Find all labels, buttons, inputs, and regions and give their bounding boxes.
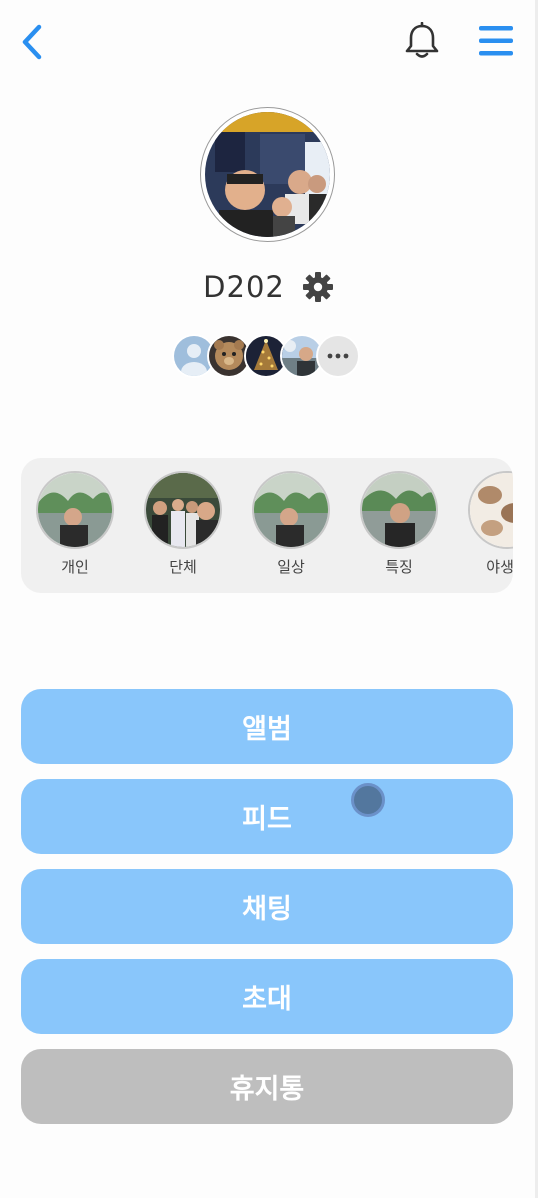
album-label: 단체 — [169, 558, 197, 576]
album-item[interactable]: 개인 — [35, 471, 115, 577]
gear-icon — [302, 272, 333, 302]
album-category-strip[interactable]: 개인 단체 일상 특징 야생 — [21, 458, 513, 593]
album-button[interactable]: 앨범 — [21, 689, 513, 764]
notification-button[interactable] — [402, 20, 442, 62]
group-name: D202 — [203, 270, 285, 304]
teddy-bear-avatar — [209, 336, 249, 376]
album-thumbnail — [252, 471, 330, 549]
album-item[interactable]: 단체 — [143, 471, 223, 577]
album-label: 일상 — [277, 558, 305, 576]
group-photo-image — [205, 112, 330, 237]
more-members-button[interactable] — [316, 334, 360, 378]
album-label: 특징 — [385, 558, 413, 576]
back-button[interactable] — [14, 22, 50, 62]
group-settings-button[interactable] — [301, 270, 335, 304]
hamburger-menu-icon — [479, 26, 513, 56]
chevron-left-icon — [22, 24, 42, 60]
trash-button[interactable]: 휴지통 — [21, 1049, 513, 1124]
album-item[interactable]: 야생동 — [467, 471, 513, 577]
touch-indicator — [351, 783, 385, 817]
invite-button[interactable]: 초대 — [21, 959, 513, 1034]
chat-button[interactable]: 채팅 — [21, 869, 513, 944]
album-item[interactable]: 일상 — [251, 471, 331, 577]
album-thumbnail — [144, 471, 222, 549]
album-thumbnail — [36, 471, 114, 549]
album-label: 개인 — [61, 558, 89, 576]
bell-icon — [405, 22, 439, 58]
more-dots-icon — [327, 353, 349, 359]
group-profile-photo[interactable] — [200, 107, 335, 242]
feed-button[interactable]: 피드 — [21, 779, 513, 854]
group-name-row: D202 — [0, 264, 538, 310]
album-label: 야생동 — [486, 558, 513, 576]
menu-button[interactable] — [474, 20, 518, 62]
album-item[interactable]: 특징 — [359, 471, 439, 577]
group-home-screen: D202 개인 단체 일상 특징 야생 앨범 피드 채팅 초대 휴지통 — [0, 0, 538, 1198]
member-avatar-list[interactable] — [172, 334, 372, 378]
album-thumbnail — [360, 471, 438, 549]
album-thumbnail — [468, 471, 513, 549]
